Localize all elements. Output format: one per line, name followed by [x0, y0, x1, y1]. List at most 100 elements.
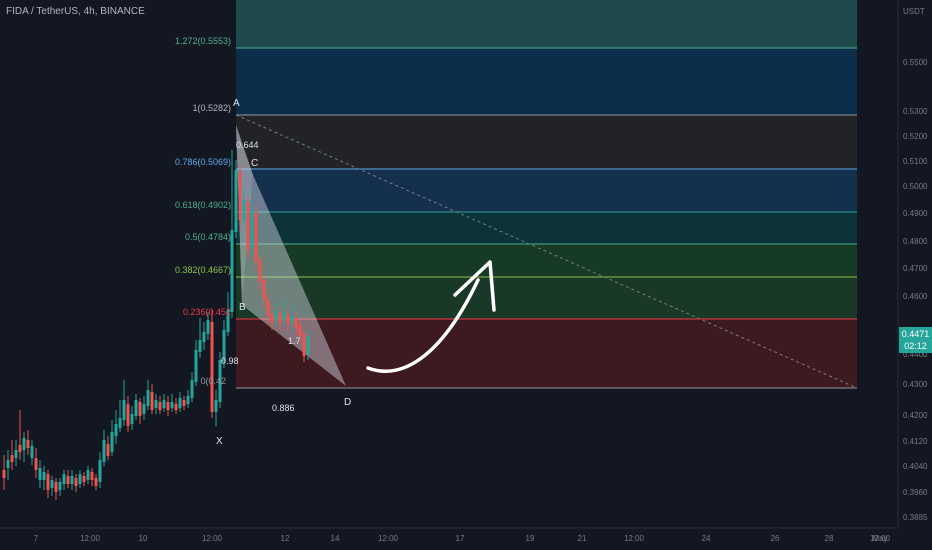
candle-body: [182, 400, 186, 406]
candle-body: [74, 478, 78, 486]
candle-body: [282, 312, 286, 320]
candle-body: [2, 470, 6, 478]
candle-body: [50, 480, 54, 488]
candle-body: [142, 404, 146, 414]
point-a-label: A: [233, 98, 240, 109]
fib-band-236-382: [236, 277, 857, 319]
fib-label-618: 0.618(0.4902): [175, 200, 231, 210]
time-tick-label: 12:00: [80, 534, 101, 543]
candle-body: [262, 280, 266, 300]
candle-body: [138, 402, 142, 416]
candle-body: [70, 476, 74, 484]
candle-body: [106, 444, 110, 456]
candle-body: [146, 390, 150, 406]
candle-body: [290, 316, 294, 322]
symbol-title[interactable]: FIDA / TetherUS, 4h, BINANCE: [6, 6, 145, 17]
fib-band-382-5: [236, 244, 857, 277]
candle-body: [174, 404, 178, 410]
time-ticks: 7 12:00 10 12:00 12 14 12:00 17 19 21 12:00 24 26 28 1…: [34, 534, 891, 543]
last-price-tag: 0.4471 02:12: [899, 327, 932, 353]
candle-body: [62, 474, 66, 484]
time-tick-label: 14: [331, 534, 340, 543]
price-tick-label: 0.4200: [903, 411, 928, 420]
fib-band-1-1272: [236, 48, 857, 115]
fib-label-1272: 1.272(0.5553): [175, 36, 231, 46]
candle-body: [306, 336, 310, 354]
candle-body: [78, 474, 82, 484]
candle-body: [162, 400, 166, 408]
ratio-b-label: 0.98: [221, 356, 239, 366]
candle-body: [166, 402, 170, 410]
candle-body: [286, 314, 290, 324]
candle-body: [90, 472, 94, 480]
chart-container[interactable]: 1.272(0.5553) 1(0.5282) 0.786(0.5069) 0.…: [0, 0, 932, 550]
candle-body: [266, 300, 270, 316]
time-tick-label: 24: [702, 534, 711, 543]
candle-body: [22, 438, 26, 450]
candle-body: [274, 310, 278, 320]
price-tick-label: 0.3885: [903, 513, 928, 522]
time-tick-label: 28: [825, 534, 834, 543]
candle-body: [150, 392, 154, 410]
price-tick-label: 0.5200: [903, 132, 928, 141]
candle-body: [178, 398, 182, 408]
price-tick-label: 0.5500: [903, 58, 928, 67]
time-tick-label: 12: [281, 534, 290, 543]
candle-body: [234, 170, 238, 232]
point-b-label: B: [239, 302, 246, 313]
fib-label-236: 0.236(0.452: [183, 307, 231, 317]
candle-body: [26, 440, 30, 448]
time-axis[interactable]: 7 12:00 10 12:00 12 14 12:00 17 19 21 12:00 24 26 28 1…: [0, 527, 898, 543]
time-tick-label: 26: [771, 534, 780, 543]
candle-body: [54, 482, 58, 492]
candle-body: [46, 474, 50, 490]
price-axis[interactable]: USDT 0.5500 0.5300 0.5200 0.5100 0.5000 0.490…: [897, 0, 928, 528]
candle-body: [210, 322, 214, 412]
candle-body: [250, 210, 254, 248]
candle-body: [122, 400, 126, 420]
fib-bands: [236, 0, 857, 388]
time-tick-label: 21: [578, 534, 587, 543]
price-tick-label: 0.5300: [903, 107, 928, 116]
candle-body: [10, 455, 14, 462]
candle-body: [134, 400, 138, 416]
time-tick-label: 19: [526, 534, 535, 543]
time-tick-label: 17: [456, 534, 465, 543]
time-tick-label: May: [872, 534, 887, 543]
candle-body: [38, 468, 42, 480]
candle-body: [298, 326, 302, 336]
candle-body: [186, 396, 190, 404]
time-tick-label: 10: [139, 534, 148, 543]
candle-body: [110, 432, 114, 452]
candle-body: [82, 476, 86, 482]
candle-body: [114, 424, 118, 436]
ratio-cd-label: 1.7: [288, 336, 301, 346]
bar-countdown: 02:12: [904, 341, 927, 351]
price-tick-label: 0.5000: [903, 182, 928, 191]
price-tick-label: 0.4700: [903, 264, 928, 273]
candle-body: [14, 450, 18, 458]
fib-label-0: 0(0.42: [200, 376, 226, 386]
candle-body: [198, 340, 202, 352]
candle-body: [214, 400, 218, 412]
candle-body: [66, 476, 70, 484]
price-tick-label: 0.3960: [903, 488, 928, 497]
candle-body: [170, 402, 174, 408]
candle-body: [258, 260, 262, 282]
price-tick-label: 0.4120: [903, 437, 928, 446]
price-chart[interactable]: 1.272(0.5553) 1(0.5282) 0.786(0.5069) 0.…: [0, 0, 932, 550]
candle-body: [270, 314, 274, 322]
last-price: 0.4471: [901, 329, 930, 339]
candle-body: [158, 402, 162, 410]
fib-label-1: 1(0.5282): [192, 103, 231, 113]
candle-body: [154, 400, 158, 408]
fib-band-5-618: [236, 212, 857, 244]
candle-body: [254, 212, 258, 262]
candle-body: [102, 440, 106, 462]
point-c-label: C: [251, 158, 258, 169]
price-ticks: 0.5500 0.5300 0.5200 0.5100 0.5000 0.4900 0.48…: [903, 58, 928, 522]
fib-label-5: 0.5(0.4784): [185, 232, 231, 242]
candle-body: [206, 320, 210, 334]
candle-body: [278, 312, 282, 322]
time-tick-label: 12:00: [378, 534, 399, 543]
